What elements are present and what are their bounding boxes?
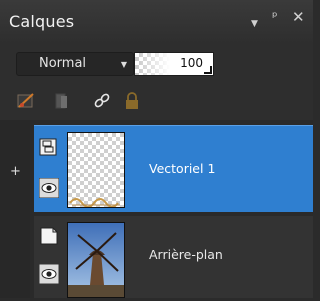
- vector-layer-icon[interactable]: [39, 138, 59, 158]
- layers-gutter: +: [0, 120, 30, 298]
- layer-row-arriere-plan[interactable]: Arrière-plan: [34, 216, 313, 298]
- blend-mode-select[interactable]: Normal ▼: [16, 52, 134, 76]
- layer-tools-row: [0, 82, 313, 120]
- layer-name[interactable]: Arrière-plan: [149, 247, 223, 262]
- layer-properties-row: Normal ▼ 100: [0, 44, 313, 82]
- chevron-down-icon: ▼: [120, 60, 127, 69]
- panel-title: Calques: [9, 12, 75, 31]
- layers-list: + Vectoriel 1 Arrière-plan: [0, 120, 313, 298]
- close-icon[interactable]: ✕: [292, 10, 305, 25]
- eye-icon[interactable]: [38, 263, 60, 285]
- mask-icon[interactable]: [52, 91, 72, 111]
- raster-layer-icon[interactable]: [39, 226, 59, 246]
- layer-name[interactable]: Vectoriel 1: [149, 161, 215, 176]
- layers-panel: Calques ▼ ᵖ ✕ Normal ▼ 100 + Vectoriel 1…: [0, 0, 313, 298]
- panel-titlebar: Calques ▼ ᵖ ✕: [0, 0, 313, 44]
- eye-icon[interactable]: [38, 177, 60, 199]
- brush-edit-icon[interactable]: [16, 91, 36, 111]
- menu-down-icon[interactable]: ▼: [251, 18, 258, 30]
- layer-thumbnail: [67, 222, 125, 298]
- pin-icon[interactable]: ᵖ: [272, 11, 278, 24]
- opacity-slider-handle[interactable]: [204, 66, 212, 74]
- opacity-field[interactable]: 100: [134, 52, 214, 76]
- expand-icon[interactable]: +: [10, 164, 21, 179]
- link-icon[interactable]: [92, 91, 112, 111]
- blend-mode-label: Normal: [39, 56, 87, 71]
- lock-icon[interactable]: [122, 91, 142, 111]
- opacity-value: 100: [180, 56, 203, 70]
- layer-thumbnail: [67, 132, 125, 208]
- layer-row-vectoriel-1[interactable]: Vectoriel 1: [34, 125, 313, 212]
